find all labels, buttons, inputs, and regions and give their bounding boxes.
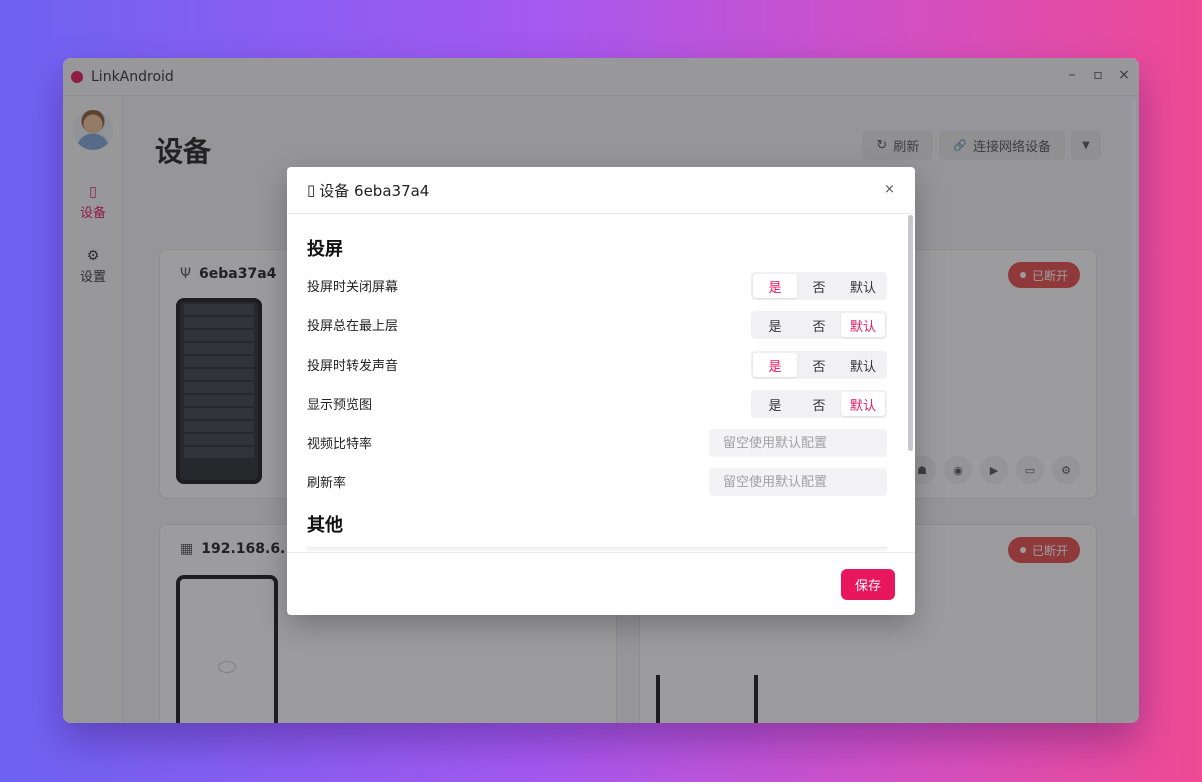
option-yes[interactable]: 是 (753, 274, 797, 298)
dialog-header: ▯ 设备 6eba37a4 × (287, 167, 915, 214)
option-default[interactable]: 默认 (841, 392, 885, 416)
setting-label: 显示预览图 (307, 398, 373, 413)
show-preview-toggle: 是 否 默认 (751, 390, 887, 418)
option-yes[interactable]: 是 (753, 392, 797, 416)
section-title-other: 其他 (307, 515, 343, 536)
dialog-title: ▯ 设备 6eba37a4 (307, 180, 429, 201)
main-scrollbar[interactable] (1131, 98, 1136, 518)
option-default[interactable]: 默认 (841, 353, 885, 377)
option-no[interactable]: 否 (797, 274, 841, 298)
setting-label: 刷新率 (307, 476, 347, 491)
dialog-title-text: 设备 6eba37a4 (319, 181, 430, 200)
option-yes[interactable]: 是 (753, 353, 797, 377)
setting-label: 投屏总在最上层 (307, 319, 399, 334)
section-title-cast: 投屏 (307, 239, 343, 260)
option-no[interactable]: 否 (797, 392, 841, 416)
dialog-scrollbar[interactable] (908, 215, 913, 451)
setting-label: 投屏时关闭屏幕 (307, 280, 399, 295)
option-no[interactable]: 否 (797, 313, 841, 337)
turn-off-screen-toggle: 是 否 默认 (751, 272, 887, 300)
dialog-footer: 保存 (287, 552, 915, 615)
save-button[interactable]: 保存 (840, 569, 895, 600)
option-yes[interactable]: 是 (753, 313, 797, 337)
option-no[interactable]: 否 (797, 353, 841, 377)
option-default[interactable]: 默认 (841, 313, 885, 337)
always-on-top-toggle: 是 否 默认 (751, 311, 887, 339)
phone-icon: ▯ (307, 181, 316, 199)
other-field[interactable] (307, 547, 887, 551)
forward-audio-toggle: 是 否 默认 (751, 351, 887, 379)
dialog-body: 投屏 投屏时关闭屏幕 是 否 默认 投屏总在最上层 是 否 默认 投屏时转发声音… (287, 215, 915, 551)
setting-label: 视频比特率 (307, 437, 373, 452)
device-settings-dialog: ▯ 设备 6eba37a4 × 投屏 投屏时关闭屏幕 是 否 默认 投屏总在最上… (287, 167, 915, 615)
refresh-rate-input[interactable] (709, 468, 887, 496)
setting-label: 投屏时转发声音 (307, 359, 399, 374)
video-bitrate-input[interactable] (709, 429, 887, 457)
close-icon[interactable]: × (884, 182, 895, 197)
option-default[interactable]: 默认 (841, 274, 885, 298)
